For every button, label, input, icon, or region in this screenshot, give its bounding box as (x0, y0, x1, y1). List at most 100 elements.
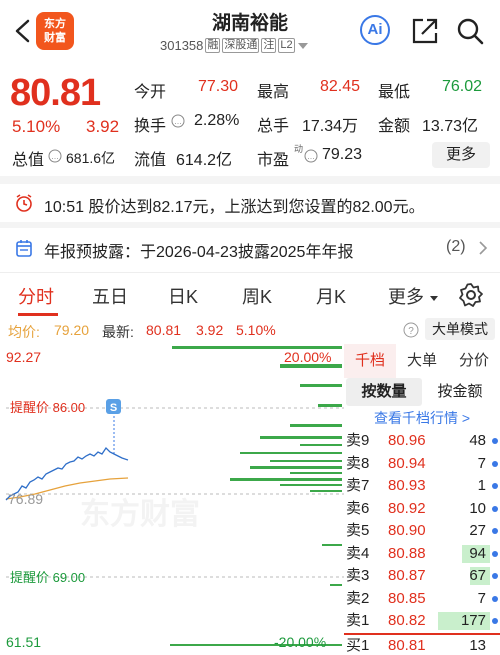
tab-big-orders[interactable]: 大单 (396, 344, 448, 378)
ask-row: 卖3 80.87 67 (344, 565, 500, 588)
y-axis-top-label: 92.27 (6, 349, 41, 365)
order-marker-dot (492, 460, 498, 467)
view-thousand-levels-link[interactable]: 查看千档行情 > (344, 406, 500, 430)
tab-intraday[interactable]: 分时 (18, 283, 54, 309)
tag-margin: 融 (205, 38, 221, 53)
pct-top-label: 20.00% (284, 349, 331, 365)
order-marker-dot (492, 618, 498, 624)
tab-price-distribution[interactable]: 分价 (448, 344, 500, 378)
float-mv-label: 流值 (134, 152, 167, 169)
price-alert-text: 10:51 股价达到82.17元，上涨达到您设置的82.00元。 (44, 199, 425, 216)
ask-label: 卖3 (346, 567, 370, 584)
ask-label: 卖9 (346, 432, 370, 449)
ask-label: 卖5 (346, 522, 370, 539)
order-book-subtabs: 按数量 按金额 (346, 378, 498, 406)
subtab-by-amount[interactable]: 按金额 (422, 378, 498, 406)
tag-registration: 注 (261, 38, 277, 53)
intraday-chart-svg: 东方财富 S 92.27 61.51 20.00% -20.00% 76.89 … (5, 346, 344, 650)
high-value: 82.45 (320, 78, 361, 95)
low-value: 76.02 (442, 78, 483, 95)
y-axis-bottom-label: 61.51 (6, 634, 41, 650)
change-percent: 5.10% (12, 117, 61, 136)
info-icon[interactable]: … (48, 149, 62, 163)
tab-thousand-levels[interactable]: 千档 (344, 344, 396, 378)
open-label: 今开 (134, 84, 167, 101)
ask-qty: 67 (469, 567, 486, 584)
help-icon[interactable]: ? (403, 322, 419, 338)
bid-label: 买1 (346, 636, 370, 654)
intraday-chart[interactable]: 东方财富 S 92.27 61.51 20.00% -20.00% 76.89 … (0, 344, 344, 655)
chart-tabs: 分时 五日 日K 周K 月K 更多 (0, 272, 500, 316)
amount-value: 13.73亿 (422, 118, 479, 135)
ask-row: 卖8 80.94 7 (344, 453, 500, 476)
ask-price: 80.93 (388, 477, 426, 494)
tab-daily-k[interactable]: 日K (168, 283, 198, 309)
order-marker-dot (492, 505, 498, 512)
ask-price: 80.92 (388, 499, 426, 517)
ask-price: 80.94 (388, 454, 426, 472)
low-label: 最低 (378, 84, 411, 101)
bid-qty: 13 (469, 636, 486, 654)
tag-level2: L2 (278, 38, 295, 53)
ask-qty: 10 (469, 499, 486, 517)
announcement-count: (2) (446, 238, 466, 255)
volume-value: 17.34万 (302, 118, 359, 135)
latest-label: 最新: (102, 324, 134, 340)
latest-value: 80.81 (146, 322, 182, 338)
volume-label: 总手 (257, 118, 290, 135)
latest-change: 3.92 (196, 322, 224, 338)
divider (0, 176, 500, 184)
ask-row: 卖2 80.85 7 (344, 588, 500, 611)
tab-more[interactable]: 更多 (388, 283, 439, 309)
tab-five-day[interactable]: 五日 (92, 283, 128, 309)
big-order-mode-button[interactable]: 大单模式 (425, 318, 495, 340)
ask-price: 80.90 (388, 522, 426, 539)
info-icon[interactable]: … (171, 114, 185, 128)
settings-gear-icon[interactable] (458, 282, 484, 308)
search-icon[interactable] (455, 16, 485, 46)
avg-value: 79.20 (54, 322, 90, 338)
tab-weekly-k[interactable]: 周K (242, 283, 272, 309)
tab-more-label: 更多 (388, 287, 424, 307)
ask-price: 80.85 (388, 589, 426, 607)
ask-qty: 94 (469, 544, 486, 562)
stock-code-line: 301358 融 深股通 注 L2 (160, 38, 309, 53)
ask-qty: 48 (469, 432, 486, 449)
ask-row: 卖1 80.82 177 (344, 610, 500, 633)
turnover-label: 换手 (134, 118, 167, 135)
header: 东方 财富 湖南裕能 301358 融 深股通 注 L2 Ai (0, 0, 500, 62)
prev-close-label: 76.89 (8, 491, 43, 507)
svg-text:…: … (174, 117, 182, 126)
ask-row: 卖4 80.88 94 (344, 543, 500, 566)
more-button[interactable]: 更多 (432, 142, 490, 168)
order-marker-dot (492, 528, 498, 534)
ask-qty: 1 (477, 477, 486, 494)
volume-profile-bars (170, 346, 342, 646)
ask-qty: 7 (477, 454, 486, 472)
announcement-bar[interactable]: 年报预披露：于2026-04-23披露2025年年报 (2) (0, 228, 500, 268)
bid-row: 买1 80.81 13 (344, 635, 500, 655)
dropdown-triangle-icon[interactable] (297, 41, 309, 51)
ask-row: 卖5 80.90 27 (344, 520, 500, 543)
ask-price: 80.87 (388, 567, 426, 584)
ask-qty: 177 (460, 612, 486, 629)
subtab-by-quantity[interactable]: 按数量 (346, 378, 422, 406)
ask-price: 80.96 (388, 432, 426, 449)
svg-text:?: ? (408, 326, 414, 337)
price-alert-bar[interactable]: 10:51 股价达到82.17元，上涨达到您设置的82.00元。 (0, 184, 500, 222)
order-book-tabs: 千档 大单 分价 (344, 344, 500, 378)
share-icon[interactable] (410, 16, 440, 46)
ask-qty: 27 (469, 522, 486, 539)
ask-price: 80.88 (388, 544, 426, 562)
ai-assistant-button[interactable]: Ai (360, 15, 390, 45)
order-marker-dot (492, 595, 498, 602)
info-icon[interactable]: … (304, 149, 318, 163)
pct-bottom-label: -20.00% (274, 634, 326, 650)
current-price: 80.81 (10, 72, 101, 114)
amount-label: 金额 (378, 118, 411, 135)
dropdown-triangle-icon (430, 296, 439, 301)
tab-monthly-k[interactable]: 月K (316, 283, 346, 309)
order-marker-dot (492, 438, 498, 444)
chevron-right-icon (479, 241, 488, 255)
order-book-panel: 千档 大单 分价 按数量 按金额 查看千档行情 > 卖9 80.96 48 卖8 80.… (344, 344, 500, 655)
